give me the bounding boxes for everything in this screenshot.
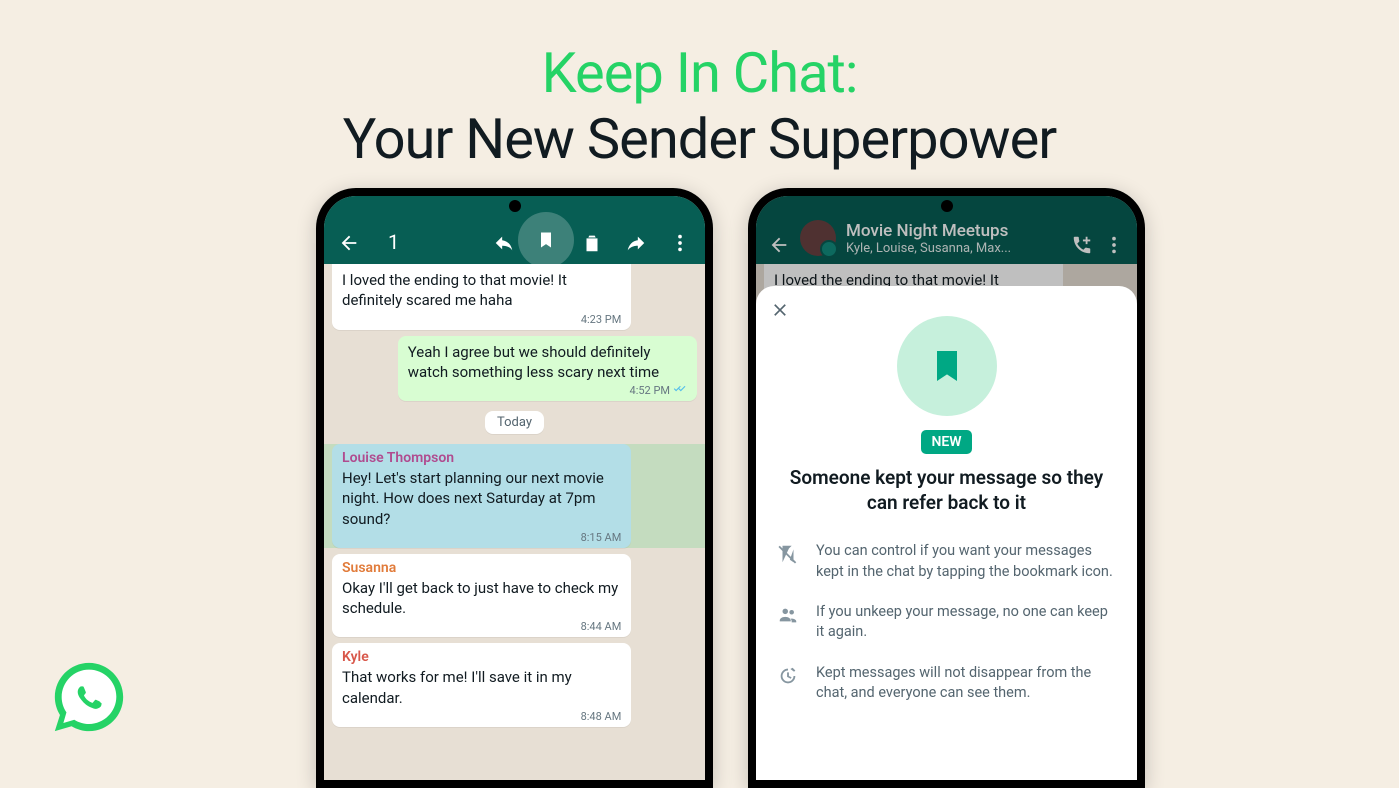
phone-mockup-left: 1 I loved the ending to that movie! It d…: [316, 188, 713, 788]
message-text: I loved the ending to that movie! It def…: [342, 270, 621, 311]
message-time: 8:15 AM: [581, 531, 622, 544]
sheet-title: Someone kept your message so they can re…: [776, 466, 1117, 515]
headline: Keep In Chat: Your New Sender Superpower: [0, 40, 1399, 172]
sheet-row: Kept messages will not disappear from th…: [776, 663, 1117, 704]
message-sender: Kyle: [342, 649, 621, 665]
phone-mockup-right: Movie Night Meetups Kyle, Louise, Susann…: [748, 188, 1145, 788]
new-badge: NEW: [921, 430, 971, 454]
message-time: 8:48 AM: [581, 710, 622, 723]
sheet-row: If you unkeep your message, no one can k…: [776, 602, 1117, 643]
message-text: Yeah I agree but we should definitely wa…: [408, 342, 687, 383]
back-icon[interactable]: [338, 232, 360, 254]
headline-line-2: Your New Sender Superpower: [0, 106, 1399, 172]
keep-message-sheet: NEW Someone kept your message so they ca…: [756, 286, 1137, 780]
message-incoming[interactable]: Kyle That works for me! I'll save it in …: [332, 643, 631, 727]
message-time: 4:23 PM: [581, 313, 621, 326]
bookmark-large-icon: [897, 316, 997, 416]
camera-dot-icon: [509, 200, 521, 212]
selection-count: 1: [388, 230, 471, 254]
date-chip: Today: [485, 411, 544, 434]
people-icon: [776, 602, 800, 626]
message-incoming[interactable]: Susanna Okay I'll get back to just have …: [332, 554, 631, 638]
message-text: That works for me! I'll save it in my ca…: [342, 667, 621, 708]
message-sender: Louise Thompson: [342, 450, 621, 466]
message-outgoing[interactable]: Yeah I agree but we should definitely wa…: [398, 336, 697, 402]
message-incoming-selected[interactable]: Louise Thompson Hey! Let's start plannin…: [332, 444, 631, 548]
message-time: 4:52 PM: [630, 384, 670, 397]
selected-message-row: Louise Thompson Hey! Let's start plannin…: [324, 444, 705, 548]
message-time: 8:44 AM: [581, 620, 622, 633]
sheet-row-text: If you unkeep your message, no one can k…: [816, 602, 1117, 643]
reply-icon[interactable]: [493, 232, 515, 254]
chat-body: I loved the ending to that movie! It def…: [324, 264, 705, 780]
headline-line-1: Keep In Chat:: [0, 40, 1399, 106]
close-icon[interactable]: [770, 300, 790, 320]
read-ticks-icon: [673, 384, 687, 397]
bookmark-button-highlight[interactable]: [518, 212, 574, 268]
message-text: Okay I'll get back to just have to check…: [342, 578, 621, 619]
timer-icon: [776, 663, 800, 687]
more-icon[interactable]: [669, 232, 691, 254]
message-text: Hey! Let's start planning our next movie…: [342, 468, 621, 529]
sheet-row-text: Kept messages will not disappear from th…: [816, 663, 1117, 704]
forward-icon[interactable]: [625, 232, 647, 254]
bookmark-off-icon: [776, 541, 800, 565]
message-sender: Susanna: [342, 560, 621, 576]
sheet-row: You can control if you want your message…: [776, 541, 1117, 582]
delete-icon[interactable]: [581, 232, 603, 254]
sheet-row-text: You can control if you want your message…: [816, 541, 1117, 582]
whatsapp-logo-icon: [48, 656, 130, 738]
message-incoming[interactable]: I loved the ending to that movie! It def…: [332, 264, 631, 330]
